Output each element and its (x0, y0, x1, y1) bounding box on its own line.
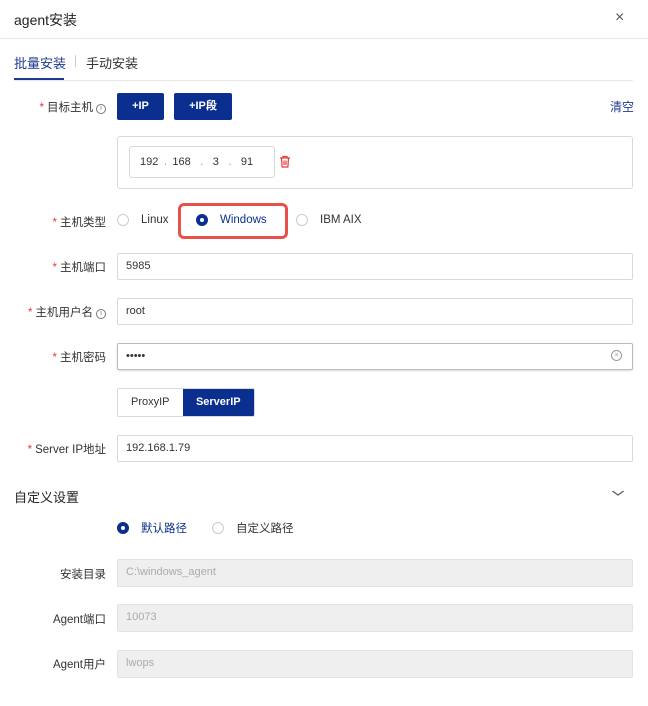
host-port-label: * 主机端口 (52, 262, 106, 274)
host-password-input[interactable]: ••••• × (117, 343, 633, 370)
server-ip-input[interactable]: 192.168.1.79 (117, 435, 633, 462)
host-type-label: * 主机类型 (52, 217, 106, 229)
tab-separator (75, 55, 76, 67)
agent-port-label: Agent端口 (52, 614, 106, 626)
custom-settings-title: 自定义设置 (14, 490, 80, 505)
install-dir-input[interactable]: C:\windows_agent (117, 559, 633, 587)
ip-octet-2[interactable]: 168 (172, 156, 190, 168)
info-icon: i (96, 309, 106, 319)
server-ip-label: * Server IP地址 (27, 444, 106, 456)
target-host-label: * 目标主机 i (0, 99, 106, 115)
dialog-title: agent安装 (14, 12, 78, 28)
add-ip-button[interactable]: +IP (117, 93, 164, 120)
server-ip-option[interactable]: ServerIP (182, 389, 254, 416)
clear-input-icon[interactable]: × (611, 350, 622, 361)
windows-highlight-box (178, 203, 288, 239)
host-user-label: * 主机用户名 i (0, 304, 106, 320)
add-ip-range-button[interactable]: +IP段 (174, 93, 232, 120)
radio-custom-path[interactable]: 自定义路径 (212, 520, 294, 536)
ip-octet-4[interactable]: 91 (241, 156, 253, 168)
radio-default-path[interactable]: 默认路径 (117, 520, 187, 536)
close-icon[interactable]: × (615, 9, 624, 27)
clear-button[interactable]: 清空 (610, 98, 634, 115)
agent-user-input[interactable]: lwops (117, 650, 633, 678)
info-icon: i (96, 104, 106, 114)
header-divider (0, 38, 648, 39)
host-port-input[interactable]: 5985 (117, 253, 633, 280)
ip-octet-1[interactable]: 192 (140, 156, 158, 168)
host-user-input[interactable]: root (117, 298, 633, 325)
chevron-down-icon[interactable] (611, 486, 625, 500)
host-password-label: * 主机密码 (52, 352, 106, 364)
radio-linux[interactable]: Linux (117, 214, 169, 226)
install-dir-label: 安装目录 (60, 569, 106, 581)
proxy-ip-option[interactable]: ProxyIP (118, 389, 183, 416)
ip-input[interactable]: 192 . 168 . 3 . 91 (129, 146, 275, 178)
tab-batch-install[interactable]: 批量安装 (14, 53, 66, 72)
agent-port-input[interactable]: 10073 (117, 604, 633, 632)
radio-ibm-aix[interactable]: IBM AIX (296, 214, 362, 226)
tabs-divider (14, 80, 633, 81)
tab-manual-install[interactable]: 手动安装 (86, 53, 138, 72)
delete-icon[interactable] (279, 155, 291, 171)
password-mask: ••••• (126, 350, 146, 362)
ip-mode-toggle: ProxyIP ServerIP (117, 388, 255, 417)
agent-user-label: Agent用户 (52, 659, 106, 671)
